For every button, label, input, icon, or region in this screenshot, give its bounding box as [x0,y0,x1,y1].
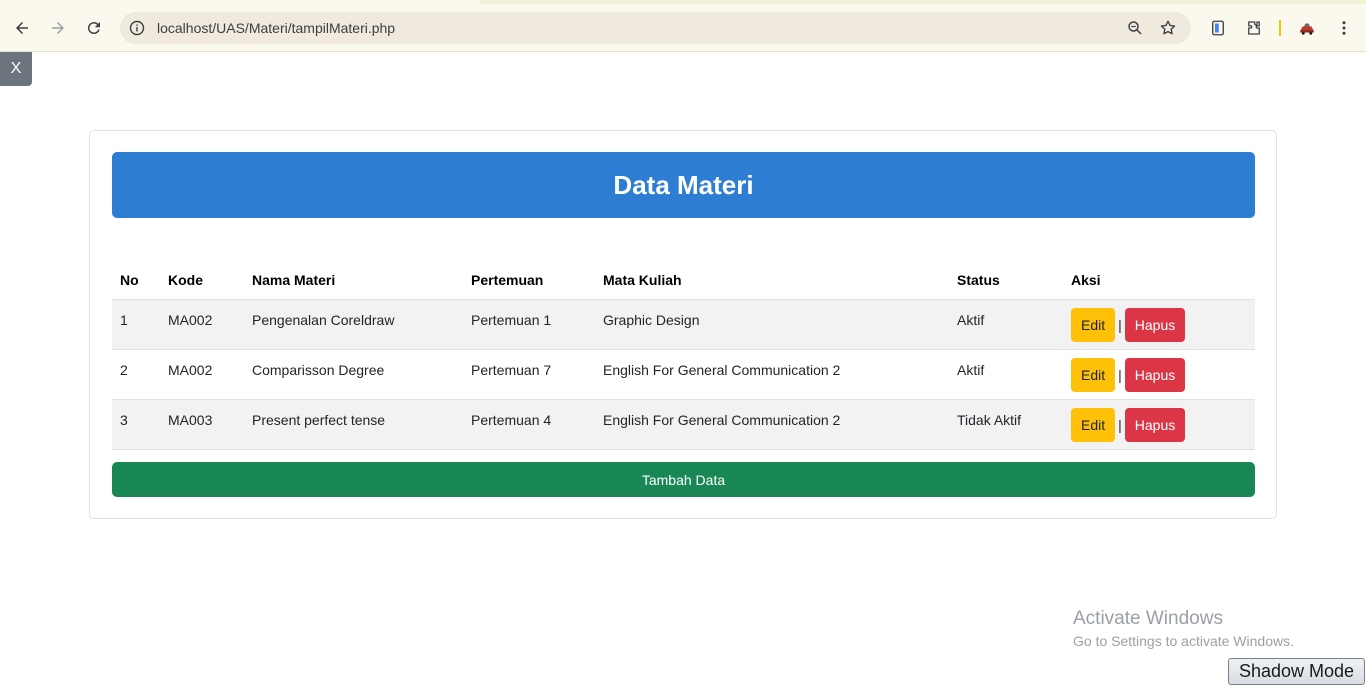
cell-no: 3 [112,399,160,450]
cell-pertemuan: Pertemuan 7 [463,349,595,400]
url-text[interactable]: localhost/UAS/Materi/tampilMateri.php [157,20,395,36]
materi-table: No Kode Nama Materi Pertemuan Mata Kulia… [112,262,1255,450]
column-header-pertemuan: Pertemuan [463,262,595,300]
page-title: Data Materi [112,152,1255,218]
tab-search-icon[interactable] [1209,19,1227,37]
cell-no: 1 [112,299,160,350]
watermark-subtitle: Go to Settings to activate Windows. [1073,633,1294,649]
cell-kode: MA002 [160,299,244,350]
table-row: 3 MA003 Present perfect tense Pertemuan … [112,399,1255,450]
close-button[interactable]: X [0,52,32,86]
cell-nama-materi: Comparisson Degree [244,349,463,400]
column-header-status: Status [949,262,1063,300]
forward-icon[interactable] [42,12,74,44]
cell-no: 2 [112,349,160,400]
cell-mata-kuliah: English For General Communication 2 [595,349,949,400]
column-header-aksi: Aksi [1063,262,1255,300]
cell-mata-kuliah: Graphic Design [595,299,949,350]
zoom-icon[interactable] [1126,19,1144,37]
column-header-mata-kuliah: Mata Kuliah [595,262,949,300]
cell-status: Tidak Aktif [949,399,1063,450]
action-separator: | [1118,366,1122,383]
toolbar-divider [1279,20,1281,36]
edit-button[interactable]: Edit [1071,407,1116,442]
cell-kode: MA002 [160,349,244,400]
hapus-button[interactable]: Hapus [1124,307,1186,342]
edit-button[interactable]: Edit [1071,357,1116,392]
hapus-button[interactable]: Hapus [1124,407,1186,442]
cell-mata-kuliah: English For General Communication 2 [595,399,949,450]
tambah-data-button[interactable]: Tambah Data [112,462,1255,497]
action-separator: | [1118,316,1122,333]
reload-icon[interactable] [78,12,110,44]
edit-button[interactable]: Edit [1071,307,1116,342]
cell-pertemuan: Pertemuan 4 [463,399,595,450]
browser-toolbar: localhost/UAS/Materi/tampilMateri.php [0,4,1366,52]
cell-aksi: Edit | Hapus [1063,299,1255,350]
address-bar[interactable]: localhost/UAS/Materi/tampilMateri.php [120,12,1191,44]
extensions-icon[interactable] [1245,19,1263,37]
cell-status: Aktif [949,299,1063,350]
column-header-no: No [112,262,160,300]
column-header-kode: Kode [160,262,244,300]
cell-nama-materi: Pengenalan Coreldraw [244,299,463,350]
cell-nama-materi: Present perfect tense [244,399,463,450]
activate-windows-watermark: Activate Windows Go to Settings to activ… [1073,608,1294,650]
action-separator: | [1118,416,1122,433]
cell-aksi: Edit | Hapus [1063,349,1255,400]
shadow-mode-button[interactable]: Shadow Mode [1228,658,1365,685]
cell-aksi: Edit | Hapus [1063,399,1255,450]
cell-kode: MA003 [160,399,244,450]
column-header-nama-materi: Nama Materi [244,262,463,300]
menu-icon[interactable] [1335,19,1353,37]
table-row: 1 MA002 Pengenalan Coreldraw Pertemuan 1… [112,299,1255,350]
table-header-row: No Kode Nama Materi Pertemuan Mata Kulia… [112,262,1255,300]
table-row: 2 MA002 Comparisson Degree Pertemuan 7 E… [112,349,1255,400]
profile-icon[interactable] [1298,19,1316,37]
back-icon[interactable] [6,12,38,44]
watermark-title: Activate Windows [1073,608,1223,629]
cell-status: Aktif [949,349,1063,400]
hapus-button[interactable]: Hapus [1124,357,1186,392]
materi-card: Data Materi No Kode Nama Materi Pertemua… [89,130,1277,519]
site-info-icon[interactable] [129,20,145,36]
bookmark-star-icon[interactable] [1159,19,1177,37]
cell-pertemuan: Pertemuan 1 [463,299,595,350]
